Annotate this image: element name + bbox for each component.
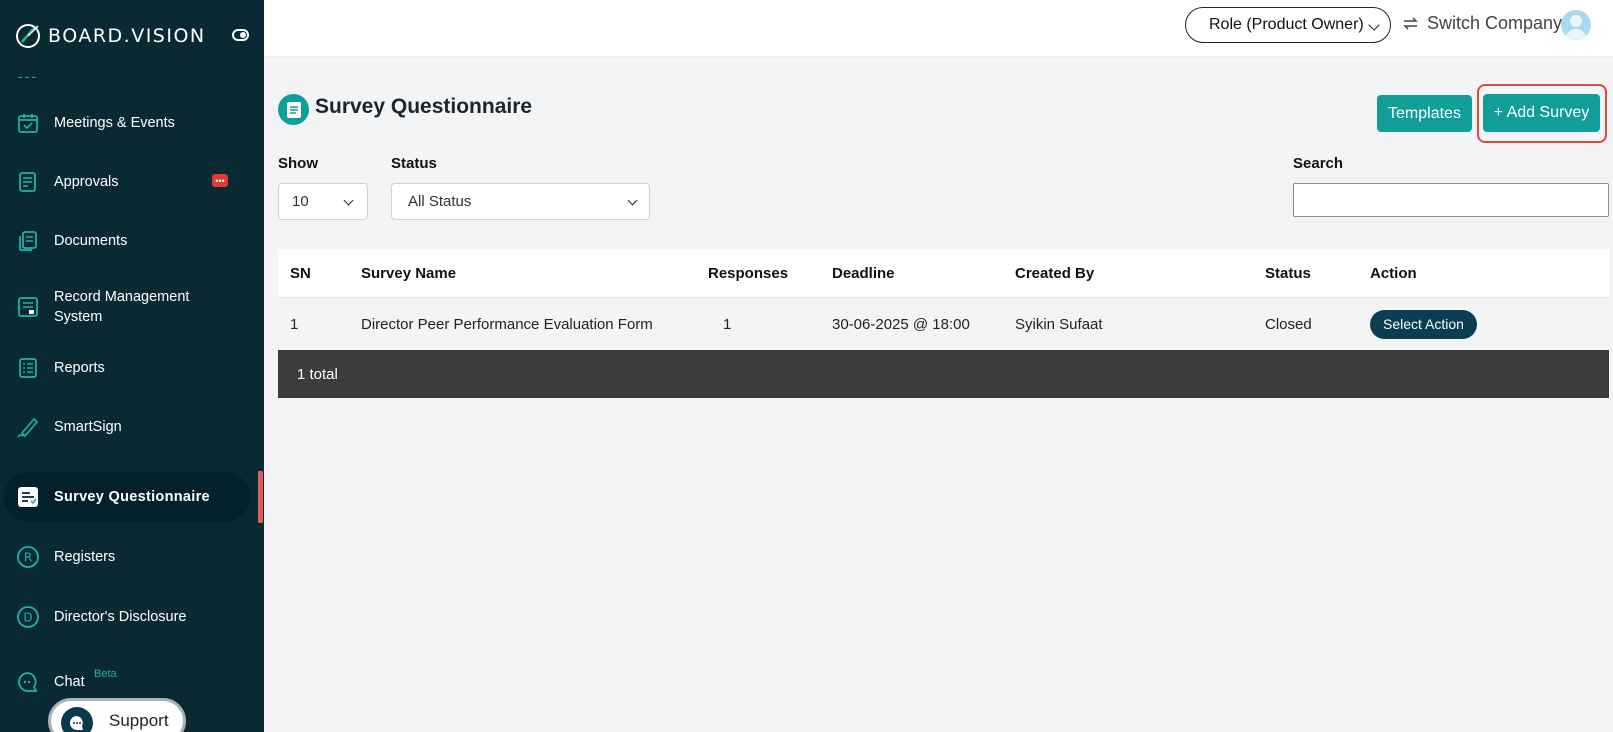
role-label: Role (Product Owner) — [1209, 16, 1364, 33]
column-header-created-by[interactable]: Created By — [1015, 249, 1094, 297]
status-filter-select[interactable]: All Status — [391, 183, 650, 220]
board-vision-logo-icon — [16, 24, 40, 48]
sidebar-item-label: Director's Disclosure — [54, 609, 187, 625]
sidebar-item-label: Reports — [54, 360, 105, 376]
cell-responses: 1 — [723, 315, 732, 333]
documents-icon — [16, 229, 40, 253]
sidebar-item-label: Documents — [54, 233, 128, 249]
sidebar-item-survey-questionnaire[interactable]: Survey Questionnaire — [4, 472, 250, 522]
support-label: Support — [109, 711, 169, 730]
sidebar-item-label: Survey Questionnaire — [54, 489, 210, 505]
sidebar-item-label: Chat — [54, 674, 85, 690]
search-input[interactable] — [1293, 183, 1609, 217]
registers-icon: R — [16, 545, 40, 569]
sidebar-item-record-management[interactable]: Record Management System — [4, 282, 250, 332]
sidebar-item-reports[interactable]: Reports — [4, 343, 250, 393]
search-label: Search — [1293, 155, 1344, 172]
chevron-down-icon — [1368, 19, 1380, 31]
disclosure-icon: D — [16, 605, 40, 629]
column-header-responses[interactable]: Responses — [708, 249, 788, 297]
svg-text:R: R — [24, 551, 32, 565]
pen-signature-icon — [16, 415, 40, 439]
column-header-sn[interactable]: SN — [290, 249, 311, 297]
total-count: 1 total — [297, 365, 338, 383]
surveys-table: SN Survey Name Responses Deadline Create… — [278, 249, 1609, 398]
record-management-icon — [16, 295, 40, 319]
templates-button[interactable]: Templates — [1377, 95, 1472, 132]
sidebar-item-label: Registers — [54, 549, 116, 565]
sidebar-item-registers[interactable]: R Registers — [4, 532, 250, 582]
select-action-button[interactable]: Select Action — [1370, 309, 1477, 339]
calendar-icon — [16, 111, 40, 135]
column-header-action: Action — [1370, 264, 1417, 282]
top-header: Role (Product Owner) Switch Company — [264, 0, 1613, 56]
sidebar-item-meetings[interactable]: Meetings & Events — [4, 98, 250, 148]
role-dropdown[interactable]: Role (Product Owner) — [1185, 7, 1391, 43]
chat-bubble-icon — [16, 670, 40, 694]
sidebar-dashes: --- — [18, 68, 38, 84]
cell-deadline: 30-06-2025 @ 18:00 — [832, 315, 970, 333]
cell-sn: 1 — [290, 315, 299, 333]
approval-document-icon — [16, 170, 40, 194]
chevron-down-icon — [627, 195, 638, 206]
sidebar: BOARD.VISION --- Meetings & Events Appro… — [0, 0, 264, 732]
table-row: 1 Director Peer Performance Evaluation F… — [278, 297, 1609, 350]
status-label: Status — [391, 155, 437, 172]
chat-beta-tag: Beta — [94, 668, 117, 680]
cell-survey-name: Director Peer Performance Evaluation For… — [361, 315, 653, 333]
sidebar-item-smartsign[interactable]: SmartSign — [4, 402, 250, 452]
switch-arrows-icon — [1403, 17, 1418, 30]
sidebar-item-label: Meetings & Events — [54, 115, 175, 131]
column-header-deadline[interactable]: Deadline — [832, 249, 895, 297]
show-entries-select[interactable]: 10 — [278, 183, 368, 220]
page-title: Survey Questionnaire — [315, 95, 533, 118]
support-button[interactable]: Support — [48, 698, 186, 732]
status-filter-value: All Status — [408, 193, 472, 210]
sidebar-item-label: SmartSign — [54, 419, 122, 435]
switch-company-label: Switch Company — [1427, 13, 1563, 33]
survey-page-icon — [278, 94, 309, 125]
table-footer: 1 total — [278, 350, 1609, 398]
active-indicator — [258, 471, 263, 523]
user-avatar[interactable] — [1561, 10, 1591, 40]
reports-icon — [16, 356, 40, 380]
add-survey-button[interactable]: + Add Survey — [1483, 94, 1600, 132]
sidebar-toggle-icon[interactable] — [232, 29, 249, 41]
sidebar-item-directors-disclosure[interactable]: D Director's Disclosure — [4, 592, 250, 642]
cell-created-by: Syikin Sufaat — [1015, 315, 1103, 333]
approvals-notification-badge: ••• — [212, 174, 228, 187]
cell-action: Select Action — [1370, 298, 1477, 350]
switch-company-button[interactable]: Switch Company — [1402, 13, 1562, 34]
table-header: SN Survey Name Responses Deadline Create… — [278, 249, 1609, 297]
logo[interactable]: BOARD.VISION — [14, 20, 206, 52]
sidebar-item-label: Record Management System — [54, 289, 190, 325]
cell-status: Closed — [1265, 315, 1312, 333]
chevron-down-icon — [343, 195, 354, 206]
column-header-survey-name[interactable]: Survey Name — [361, 249, 456, 297]
survey-icon — [16, 485, 40, 509]
svg-text:D: D — [23, 611, 32, 625]
sidebar-item-label: Approvals — [54, 174, 119, 190]
logo-text: BOARD.VISION — [48, 25, 206, 47]
column-header-status[interactable]: Status — [1265, 249, 1311, 297]
sidebar-item-documents[interactable]: Documents — [4, 216, 250, 266]
show-label: Show — [278, 155, 318, 172]
sidebar-item-approvals[interactable]: Approvals ••• — [4, 157, 250, 207]
show-entries-value: 10 — [292, 193, 309, 210]
support-chat-icon — [61, 707, 93, 732]
